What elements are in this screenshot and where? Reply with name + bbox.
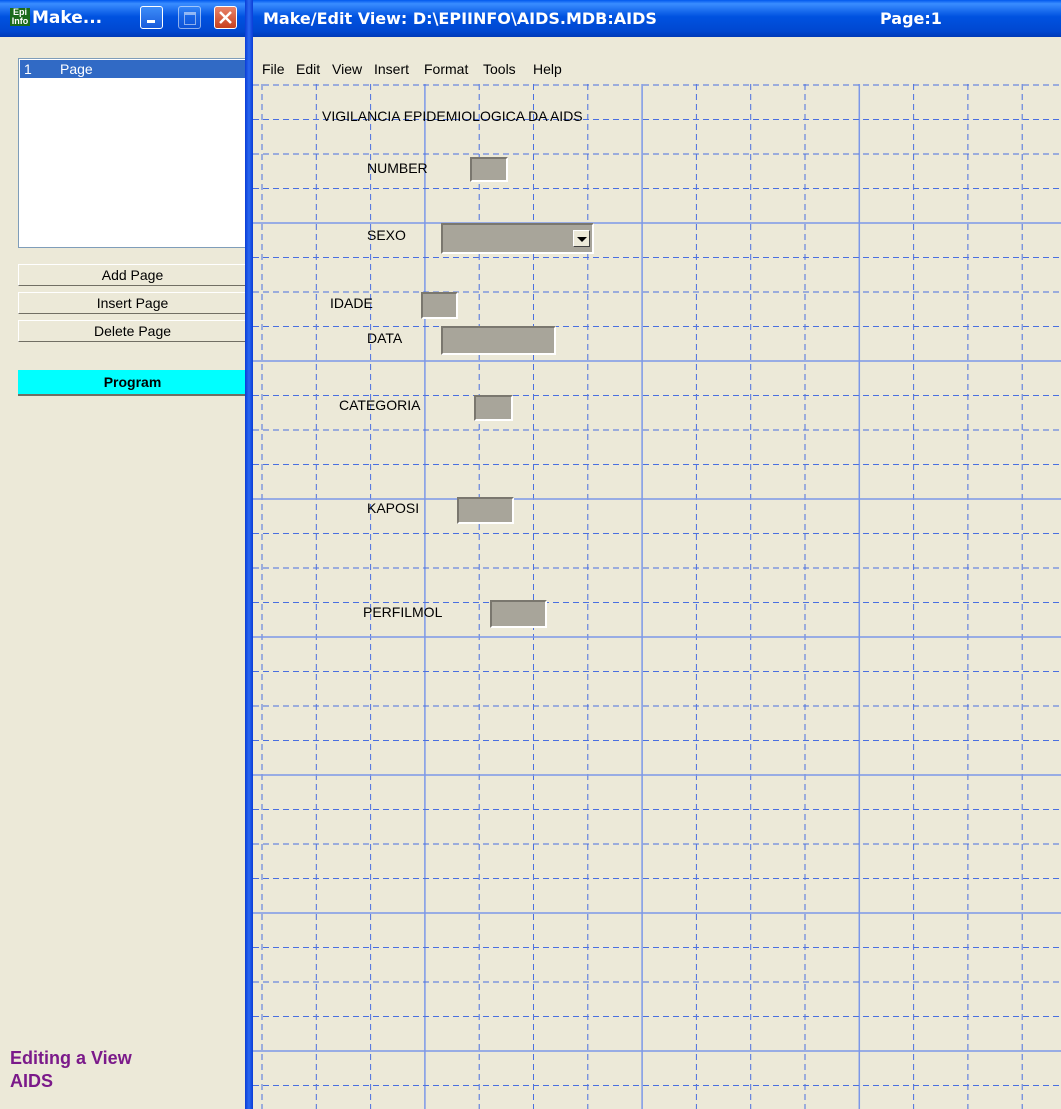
add-page-button[interactable]: Add Page	[18, 264, 247, 286]
maximize-button	[178, 6, 201, 29]
insert-page-button[interactable]: Insert Page	[18, 292, 247, 314]
status-editing-view: Editing a View	[10, 1048, 132, 1068]
perfilmol-label[interactable]: PERFILMOL	[363, 604, 442, 620]
categoria-field[interactable]	[474, 395, 513, 421]
window-frame-border	[245, 0, 253, 1109]
page-manager-title: Make...	[32, 8, 103, 28]
page-number: 1	[24, 61, 32, 77]
idade-label[interactable]: IDADE	[330, 295, 373, 311]
epi-info-app-icon: Epi Info	[10, 7, 30, 26]
delete-page-button[interactable]: Delete Page	[18, 320, 247, 342]
status-view-name: AIDS	[10, 1071, 54, 1091]
perfilmol-field[interactable]	[490, 600, 547, 628]
sexo-dropdown[interactable]	[441, 223, 594, 254]
menu-help[interactable]: Help	[533, 61, 562, 77]
menu-edit[interactable]: Edit	[296, 61, 320, 77]
menu-format[interactable]: Format	[424, 61, 468, 77]
page-list[interactable]: 1 Page	[18, 58, 247, 248]
close-icon	[219, 11, 232, 24]
menu-file[interactable]: File	[262, 61, 285, 77]
number-label[interactable]: NUMBER	[367, 160, 428, 176]
page-label: Page	[60, 61, 93, 77]
close-button[interactable]	[214, 6, 237, 29]
dropdown-arrow-icon[interactable]	[573, 230, 590, 247]
design-canvas[interactable]: VIGILANCIA EPIDEMIOLOGICA DA AIDS NUMBER…	[253, 84, 1061, 1109]
page-manager-window: Epi Info Make... 1 Page Add Page Insert P…	[0, 0, 253, 1109]
kaposi-field[interactable]	[457, 497, 514, 524]
minimize-button[interactable]	[140, 6, 163, 29]
menu-bar: File Edit View Insert Format Tools Help	[253, 58, 1061, 83]
main-window-title: Make/Edit View: D:\EPIINFO\AIDS.MDB:AIDS	[263, 9, 657, 28]
idade-field[interactable]	[421, 292, 458, 319]
menu-view[interactable]: View	[332, 61, 362, 77]
data-field[interactable]	[441, 326, 556, 355]
categoria-label[interactable]: CATEGORIA	[339, 397, 420, 413]
menu-tools[interactable]: Tools	[483, 61, 516, 77]
number-field[interactable]	[470, 157, 508, 182]
page-indicator: Page:1	[880, 9, 942, 28]
menu-insert[interactable]: Insert	[374, 61, 409, 77]
data-label[interactable]: DATA	[367, 330, 402, 346]
page-manager-titlebar[interactable]: Epi Info Make...	[0, 0, 253, 37]
kaposi-label[interactable]: KAPOSI	[367, 500, 419, 516]
page-list-item-1[interactable]: 1 Page	[20, 60, 245, 78]
main-titlebar[interactable]: Make/Edit View: D:\EPIINFO\AIDS.MDB:AIDS…	[253, 0, 1061, 37]
program-button[interactable]: Program	[18, 370, 247, 396]
form-heading[interactable]: VIGILANCIA EPIDEMIOLOGICA DA AIDS	[322, 108, 583, 124]
sexo-label[interactable]: SEXO	[367, 227, 406, 243]
